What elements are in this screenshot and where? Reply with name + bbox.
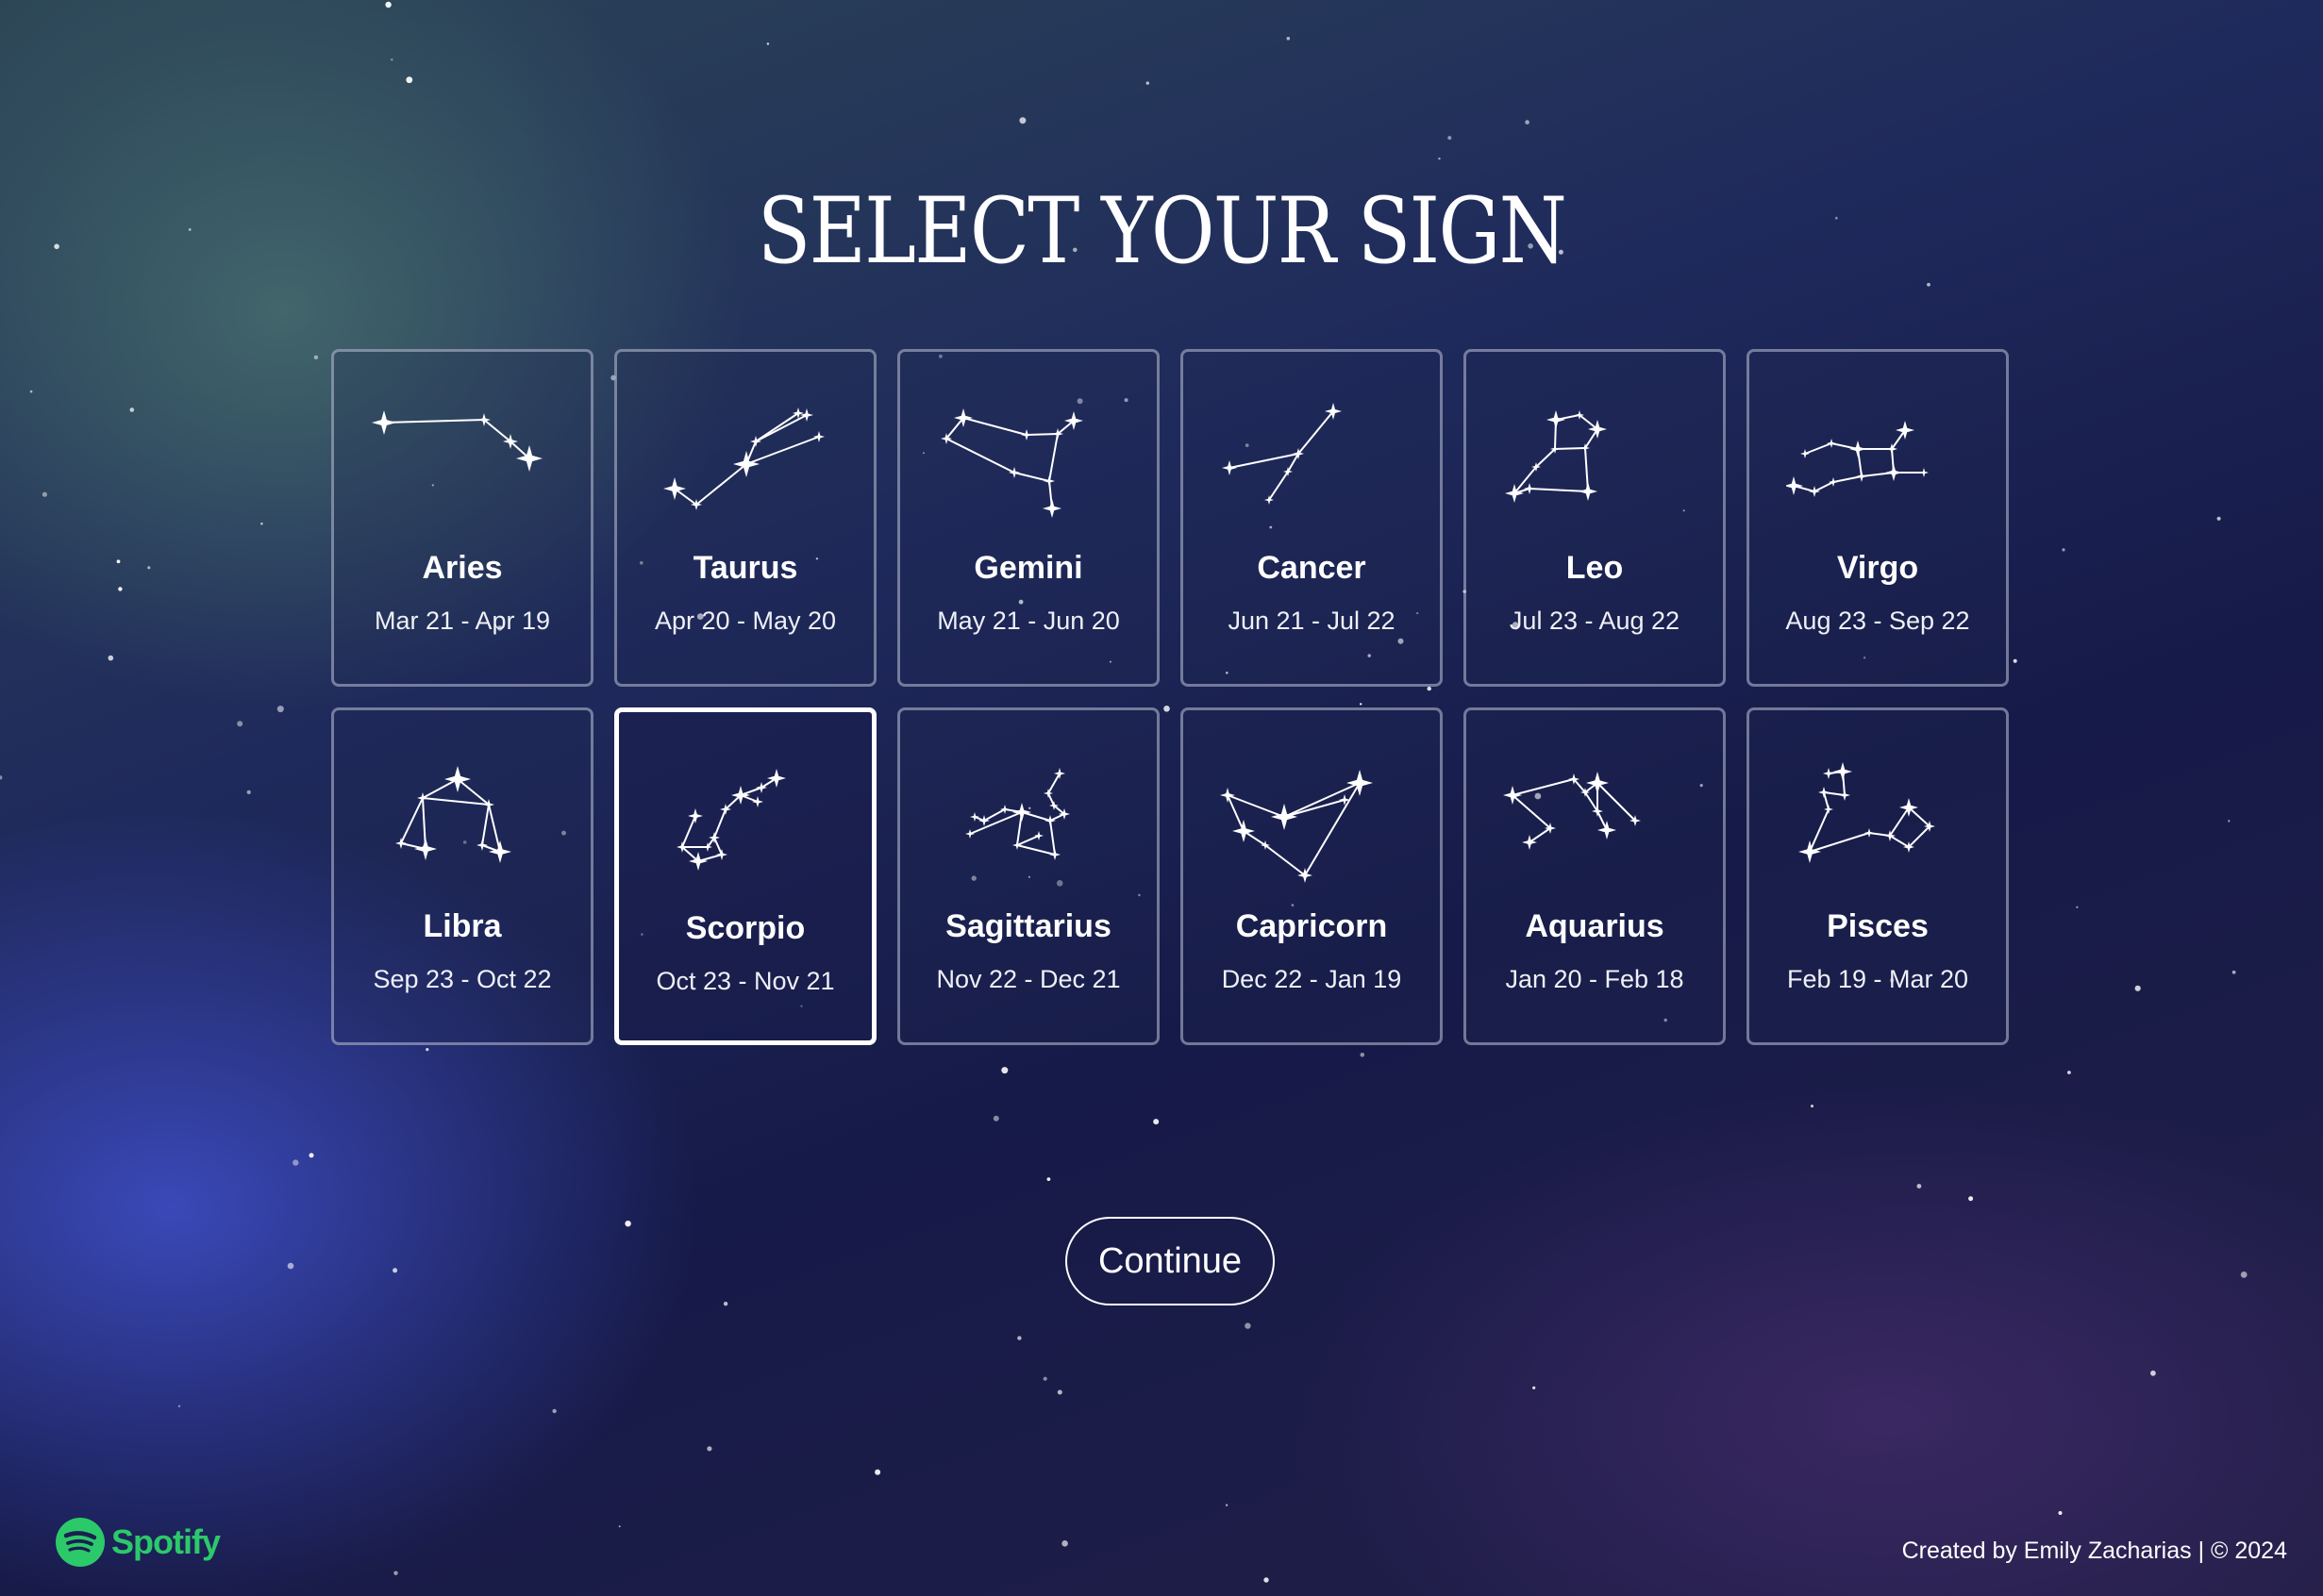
sign-card-leo[interactable]: Leo Jul 23 - Aug 22 <box>1463 349 1726 687</box>
sign-dates: May 21 - Jun 20 <box>937 607 1120 635</box>
cancer-constellation-icon <box>1222 403 1342 505</box>
sign-card-virgo[interactable]: Virgo Aug 23 - Sep 22 <box>1746 349 2009 687</box>
sign-name: Taurus <box>693 550 798 586</box>
sign-dates: Aug 23 - Sep 22 <box>1785 607 1970 635</box>
continue-button[interactable]: Continue <box>1065 1217 1275 1305</box>
footer-credit: Created by Emily Zacharias | © 2024 <box>1901 1538 2287 1564</box>
gemini-constellation-icon <box>941 408 1083 518</box>
sign-name: Pisces <box>1827 908 1929 944</box>
aries-constellation-icon <box>372 410 543 472</box>
sign-dates: Jun 21 - Jul 22 <box>1228 607 1395 635</box>
spotify-wordmark: Spotify <box>111 1522 221 1561</box>
sign-dates: Nov 22 - Dec 21 <box>936 965 1121 993</box>
sign-dates: Dec 22 - Jan 19 <box>1221 965 1402 993</box>
spotify-logo-icon <box>56 1518 105 1567</box>
sign-name: Libra <box>423 908 502 944</box>
sign-dates: Jan 20 - Feb 18 <box>1505 965 1684 993</box>
sign-name: Cancer <box>1257 550 1366 586</box>
sign-card-taurus[interactable]: Taurus Apr 20 - May 20 <box>614 349 877 687</box>
sign-dates: Sep 23 - Oct 22 <box>373 965 552 993</box>
sign-name: Sagittarius <box>945 908 1111 944</box>
sign-dates: Mar 21 - Apr 19 <box>374 607 551 635</box>
sign-dates: Oct 23 - Nov 21 <box>656 967 835 995</box>
sign-card-libra[interactable]: Libra Sep 23 - Oct 22 <box>331 707 593 1045</box>
sign-name: Leo <box>1565 550 1624 586</box>
scorpio-constellation-icon <box>677 769 786 871</box>
libra-constellation-icon <box>395 766 511 863</box>
virgo-constellation-icon <box>1786 421 1929 497</box>
spotify-brand[interactable]: Spotify <box>55 1516 221 1569</box>
sign-card-scorpio[interactable]: Scorpio Oct 23 - Nov 21 <box>614 707 877 1045</box>
page-title: SELECT YOUR SIGN <box>757 178 1567 284</box>
capricorn-constellation-icon <box>1220 770 1373 883</box>
sign-card-gemini[interactable]: Gemini May 21 - Jun 20 <box>897 349 1160 687</box>
sign-name: Virgo <box>1836 550 1919 586</box>
sign-card-capricorn[interactable]: Capricorn Dec 22 - Jan 19 <box>1180 707 1443 1045</box>
aquarius-constellation-icon <box>1503 772 1641 850</box>
sign-card-aquarius[interactable]: Aquarius Jan 20 - Feb 18 <box>1463 707 1726 1045</box>
sign-dates: Apr 20 - May 20 <box>654 607 837 635</box>
pisces-constellation-icon <box>1798 762 1935 863</box>
sign-card-pisces[interactable]: Pisces Feb 19 - Mar 20 <box>1746 707 2009 1045</box>
sagittarius-constellation-icon <box>965 768 1070 860</box>
zodiac-sign-grid: Aries Mar 21 - Apr 19 Taurus Apr 20 - Ma… <box>331 349 2011 1045</box>
sign-name: Capricorn <box>1235 908 1388 944</box>
sign-dates: Feb 19 - Mar 20 <box>1786 965 1969 993</box>
sign-name: Aries <box>422 550 503 586</box>
leo-constellation-icon <box>1505 410 1607 503</box>
taurus-constellation-icon <box>663 407 825 510</box>
sign-name: Aquarius <box>1525 908 1664 944</box>
sign-name: Scorpio <box>685 910 806 946</box>
sign-card-sagittarius[interactable]: Sagittarius Nov 22 - Dec 21 <box>897 707 1160 1045</box>
sign-dates: Jul 23 - Aug 22 <box>1509 607 1680 635</box>
sign-name: Gemini <box>974 550 1083 586</box>
sign-card-cancer[interactable]: Cancer Jun 21 - Jul 22 <box>1180 349 1443 687</box>
sign-card-aries[interactable]: Aries Mar 21 - Apr 19 <box>331 349 593 687</box>
